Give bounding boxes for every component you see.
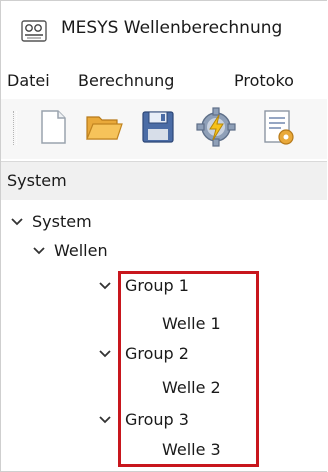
tree-label-welle-3: Welle 3 [162, 440, 221, 459]
tree-node-welle-2[interactable]: Welle 2 [162, 378, 252, 402]
open-folder-icon[interactable] [84, 107, 124, 147]
chevron-down-icon[interactable] [97, 278, 113, 294]
chevron-down-icon[interactable] [9, 214, 25, 230]
tree-node-group-2[interactable]: Group 2 [97, 344, 247, 368]
title-bar: MESYS Wellenberechnung [1, 1, 327, 59]
tree-node-system[interactable]: System [9, 212, 209, 236]
menu-datei[interactable]: Datei [7, 71, 50, 90]
tree-label-welle-2: Welle 2 [162, 378, 221, 397]
tree-node-wellen[interactable]: Wellen [31, 241, 231, 265]
menu-protokoll[interactable]: Protoko [234, 71, 294, 90]
toolbar [1, 99, 327, 159]
tree-label-welle-1: Welle 1 [162, 314, 221, 333]
tree-node-welle-1[interactable]: Welle 1 [162, 314, 252, 338]
app-logo-icon [21, 20, 47, 42]
app-window: MESYS Wellenberechnung Datei Berechnung … [0, 0, 327, 472]
system-tree[interactable]: System Wellen Group 1 Welle 1 Group 2 We… [1, 200, 327, 471]
chevron-down-icon[interactable] [97, 346, 113, 362]
chevron-down-icon[interactable] [97, 412, 113, 428]
menu-bar: Datei Berechnung Protoko [1, 59, 327, 99]
tree-label-system: System [32, 212, 92, 231]
system-panel-header: System [1, 161, 327, 201]
tree-label-wellen: Wellen [54, 241, 108, 260]
menu-berechnung[interactable]: Berechnung [78, 71, 174, 90]
toolbar-grip[interactable] [13, 111, 17, 145]
calculate-gear-icon[interactable] [196, 107, 236, 147]
tree-label-group-2: Group 2 [125, 344, 189, 363]
tree-label-group-1: Group 1 [125, 276, 189, 295]
window-title: MESYS Wellenberechnung [61, 18, 283, 38]
tree-label-group-3: Group 3 [125, 410, 189, 429]
new-document-icon[interactable] [33, 107, 73, 147]
report-icon[interactable] [257, 107, 297, 147]
chevron-down-icon[interactable] [31, 243, 47, 259]
tree-node-welle-3[interactable]: Welle 3 [162, 440, 252, 464]
panel-title: System [7, 171, 67, 190]
tree-node-group-3[interactable]: Group 3 [97, 410, 247, 434]
save-disk-icon[interactable] [138, 107, 178, 147]
tree-node-group-1[interactable]: Group 1 [97, 276, 247, 300]
